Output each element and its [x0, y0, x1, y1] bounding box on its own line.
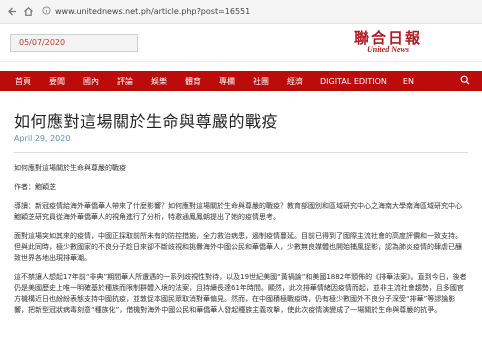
main-nav: 首頁 要聞 國內 評論 娛樂 體育 專欄 社團 經濟 DIGITAL EDITI… — [0, 71, 482, 91]
nav-item-community[interactable]: 社團 — [244, 76, 278, 87]
nav-item-domestic[interactable]: 國內 — [74, 76, 108, 87]
search-icon[interactable] — [460, 75, 476, 88]
article: 如何應對這場關於生命與尊嚴的戰疫 April 29, 2020 如何應對這場關於… — [0, 112, 482, 316]
address-bar[interactable]: www.unitednews.net.ph/article.php?post=1… — [40, 4, 444, 20]
site-header: 05/07/2020 聯合日報 United News — [0, 24, 482, 62]
nav-item-digital-edition[interactable]: DIGITAL EDITION — [312, 77, 395, 86]
info-icon[interactable] — [40, 6, 52, 17]
nav-item-sports[interactable]: 體育 — [176, 76, 210, 87]
nav-item-headlines[interactable]: 要聞 — [40, 76, 74, 87]
article-title: 如何應對這場關於生命與尊嚴的戰疫 — [14, 112, 279, 131]
date-field[interactable]: 05/07/2020 — [10, 33, 138, 52]
home-icon[interactable] — [20, 4, 36, 20]
nav-item-home[interactable]: 首頁 — [6, 76, 40, 87]
paragraph-3: 這不禁讓人想起17年前“非典”期間華人所遭遇的一系列歧視性對待，以及19世紀美國… — [14, 273, 467, 314]
browser-toolbar: www.unitednews.net.ph/article.php?post=1… — [0, 0, 482, 24]
nav-item-opinion[interactable]: 評論 — [108, 76, 142, 87]
logo-chinese: 聯合日報 — [353, 29, 422, 47]
article-subtitle: 如何應對這場關於生命與尊嚴的戰疫 — [14, 164, 126, 172]
article-date: April 29, 2020 — [14, 134, 71, 143]
url-text: www.unitednews.net.ph/article.php?post=1… — [55, 7, 251, 16]
site-logo[interactable]: 聯合日報 United News — [353, 29, 422, 55]
article-body: 如何應對這場關於生命與尊嚴的戰疫 作者：鮑穎芝 導讀：新冠疫情給海外華僑華人帶來… — [14, 163, 468, 316]
arrow-left-icon[interactable] — [4, 4, 20, 20]
nav-item-english[interactable]: EN — [395, 77, 422, 86]
article-author: 作者：鮑穎芝 — [14, 183, 56, 191]
paragraph-2: 面對這場突如其來的疫情，中國正採取前所未有的防控措施，全力救治病患，遏制疫情蔓延… — [14, 232, 462, 262]
nav-item-columns[interactable]: 專欄 — [210, 76, 244, 87]
paragraph-intro: 導讀：新冠疫情給海外華僑華人帶來了什麼影響？如何應對這場關於生命與尊嚴的戰疫？教… — [14, 202, 462, 221]
nav-item-entertainment[interactable]: 娛樂 — [142, 76, 176, 87]
divider — [14, 152, 468, 153]
nav-item-economy[interactable]: 經濟 — [278, 76, 312, 87]
